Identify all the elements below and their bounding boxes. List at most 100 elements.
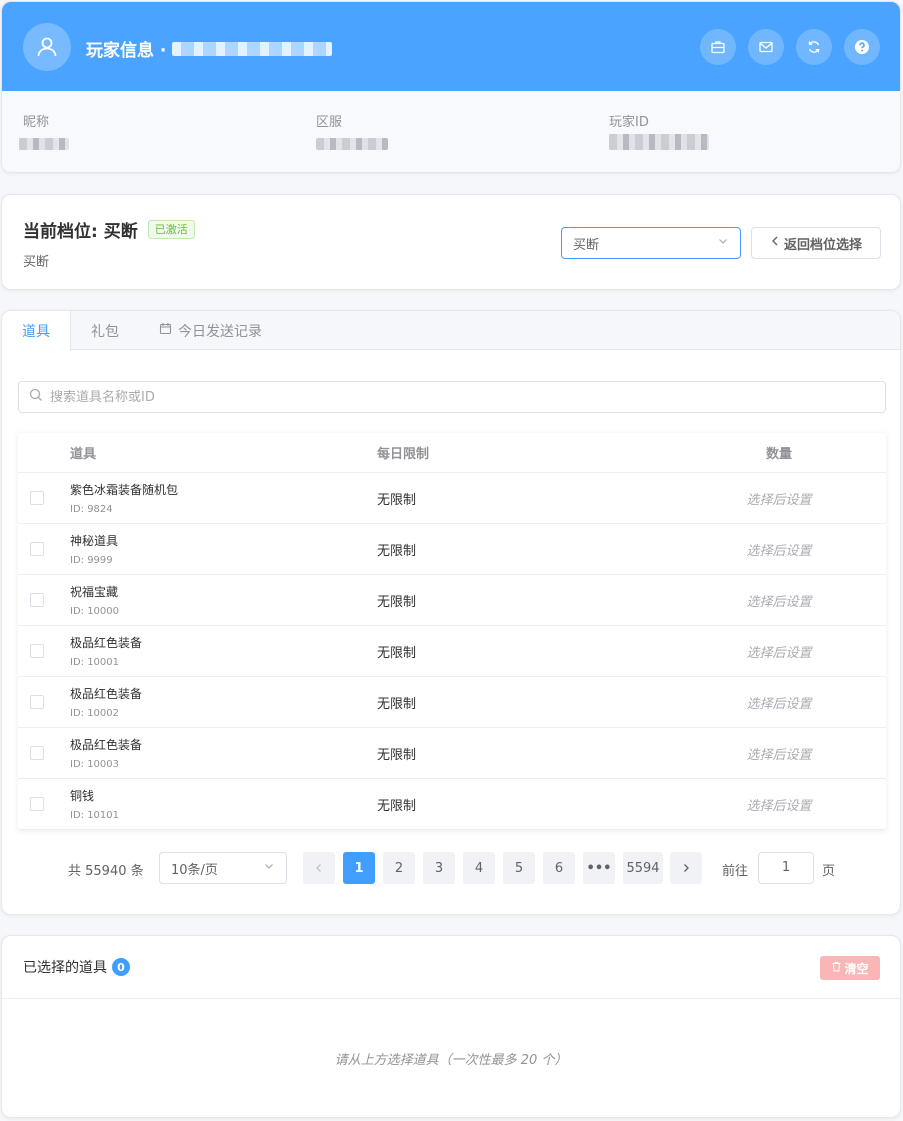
daily-limit: 无限制 xyxy=(377,645,417,661)
tab-today-send-log[interactable]: 今日发送记录 xyxy=(139,311,282,350)
trash-icon xyxy=(831,961,842,975)
briefcase-icon[interactable] xyxy=(700,29,736,65)
item-id: ID: 10000 xyxy=(70,606,120,617)
tier-select-value: 买断 xyxy=(573,237,600,253)
back-to-tier-button[interactable]: 返回档位选择 xyxy=(751,227,881,259)
item-tabs: 道具 礼包 今日发送记录 xyxy=(2,311,900,351)
row-select-cell xyxy=(18,491,70,505)
selected-items-card: 已选择的道具 0 清空 请从上方选择道具（一次性最多 20 个） xyxy=(1,935,901,1118)
page-size-value: 10条/页 xyxy=(171,862,218,878)
page-button-last[interactable]: 5594 xyxy=(623,852,663,884)
tier-title: 当前档位: 买断 已激活 xyxy=(23,217,195,242)
tab-gift-packs[interactable]: 礼包 xyxy=(71,311,139,350)
table-row[interactable]: 极品红色装备 ID: 10001 无限制 选择后设置 xyxy=(18,626,886,677)
row-checkbox[interactable] xyxy=(30,746,44,760)
table-row[interactable]: 祝福宝藏 ID: 10000 无限制 选择后设置 xyxy=(18,575,886,626)
user-avatar-icon xyxy=(23,23,71,71)
row-checkbox[interactable] xyxy=(30,797,44,811)
row-select-cell xyxy=(18,695,70,709)
server-field: 区服 xyxy=(316,111,388,150)
item-id: ID: 10001 xyxy=(70,657,120,668)
quantity-placeholder: 选择后设置 xyxy=(746,696,812,712)
quantity-placeholder: 选择后设置 xyxy=(746,645,812,661)
row-select-cell xyxy=(18,797,70,811)
item-cell: 铜钱 ID: 10101 xyxy=(70,787,377,821)
item-name: 神秘道具 xyxy=(70,534,119,548)
item-id: ID: 9824 xyxy=(70,504,113,515)
page-button-5[interactable]: 5 xyxy=(503,852,535,884)
row-checkbox[interactable] xyxy=(30,695,44,709)
item-cell: 紫色冰霜装备随机包 ID: 9824 xyxy=(70,481,377,515)
tier-title-text: 当前档位: 买断 xyxy=(23,222,138,242)
clear-button[interactable]: 清空 xyxy=(820,956,880,980)
qty-cell: 选择后设置 xyxy=(672,489,886,508)
page-button-4[interactable]: 4 xyxy=(463,852,495,884)
table-row[interactable]: 极品红色装备 ID: 10003 无限制 选择后设置 xyxy=(18,728,886,779)
divider xyxy=(2,998,900,999)
row-checkbox[interactable] xyxy=(30,491,44,505)
selected-items-title-text: 已选择的道具 xyxy=(23,960,107,976)
tab-items[interactable]: 道具 xyxy=(2,311,71,351)
table-row[interactable]: 铜钱 ID: 10101 无限制 选择后设置 xyxy=(18,779,886,830)
item-cell: 极品红色装备 ID: 10001 xyxy=(70,634,377,668)
item-id: ID: 9999 xyxy=(70,555,113,566)
server-label: 区服 xyxy=(316,115,343,130)
table-row[interactable]: 神秘道具 ID: 9999 无限制 选择后设置 xyxy=(18,524,886,575)
qty-cell: 选择后设置 xyxy=(672,591,886,610)
row-select-cell xyxy=(18,542,70,556)
goto-page-input[interactable]: 1 xyxy=(758,852,814,884)
page-button-2[interactable]: 2 xyxy=(383,852,415,884)
more-pages-button[interactable]: ••• xyxy=(583,852,615,884)
next-page-button[interactable] xyxy=(670,852,702,884)
quantity-placeholder: 选择后设置 xyxy=(746,747,812,763)
item-name: 极品红色装备 xyxy=(70,738,143,752)
quantity-placeholder: 选择后设置 xyxy=(746,594,812,610)
item-id: ID: 10101 xyxy=(70,810,120,821)
items-table: 道具 每日限制 数量 紫色冰霜装备随机包 ID: 9824 无限制 选择后设置 神秘道具… xyxy=(18,433,886,830)
table-row[interactable]: 极品红色装备 ID: 10002 无限制 选择后设置 xyxy=(18,677,886,728)
row-checkbox[interactable] xyxy=(30,542,44,556)
search-box xyxy=(18,381,886,413)
item-id: ID: 10003 xyxy=(70,759,120,770)
tab-gift-packs-label: 礼包 xyxy=(91,323,119,340)
page-size-select[interactable]: 10条/页 xyxy=(159,852,287,884)
tab-items-label: 道具 xyxy=(22,324,50,340)
daily-limit: 无限制 xyxy=(377,696,417,712)
tier-select[interactable]: 买断 xyxy=(561,227,741,259)
row-checkbox[interactable] xyxy=(30,593,44,607)
item-id: ID: 10002 xyxy=(70,708,120,719)
page-button-6[interactable]: 6 xyxy=(543,852,575,884)
prev-page-button[interactable] xyxy=(303,852,335,884)
qty-cell: 选择后设置 xyxy=(672,540,886,559)
page-button-3[interactable]: 3 xyxy=(423,852,455,884)
limit-cell: 无限制 xyxy=(377,591,672,610)
page-button-1[interactable]: 1 xyxy=(343,852,375,884)
row-select-cell xyxy=(18,644,70,658)
refresh-icon[interactable] xyxy=(796,29,832,65)
help-icon[interactable] xyxy=(844,29,880,65)
item-name: 铜钱 xyxy=(70,789,95,803)
chevron-down-icon xyxy=(263,860,275,876)
column-header-qty: 数量 xyxy=(765,447,792,462)
limit-cell: 无限制 xyxy=(377,489,672,508)
qty-cell: 选择后设置 xyxy=(672,744,886,763)
redacted-player-id xyxy=(609,134,709,150)
qty-cell: 选择后设置 xyxy=(672,693,886,712)
item-cell: 祝福宝藏 ID: 10000 xyxy=(70,583,377,617)
qty-cell: 选择后设置 xyxy=(672,795,886,814)
daily-limit: 无限制 xyxy=(377,798,417,814)
chevron-left-icon xyxy=(770,235,780,251)
header-actions xyxy=(700,29,880,65)
search-input[interactable] xyxy=(50,389,850,405)
item-name: 祝福宝藏 xyxy=(70,585,119,599)
player-id-label: 玩家ID xyxy=(609,115,649,130)
search-icon xyxy=(29,388,43,406)
table-row[interactable]: 紫色冰霜装备随机包 ID: 9824 无限制 选择后设置 xyxy=(18,473,886,524)
mail-icon[interactable] xyxy=(748,29,784,65)
pagination-total: 共 55940 条 xyxy=(68,864,144,879)
tab-today-send-log-label: 今日发送记录 xyxy=(178,323,262,340)
limit-cell: 无限制 xyxy=(377,744,672,763)
item-name: 极品红色装备 xyxy=(70,687,143,701)
row-checkbox[interactable] xyxy=(30,644,44,658)
player-header: 玩家信息 · xyxy=(2,2,900,91)
